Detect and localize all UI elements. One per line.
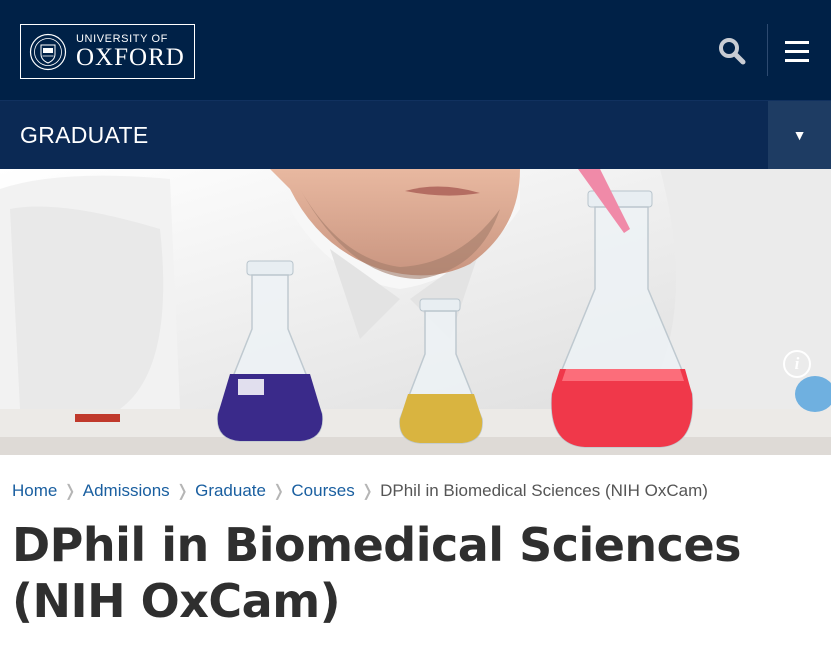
breadcrumb: Home ❭ Admissions ❭ Graduate ❭ Courses ❭… xyxy=(12,481,708,501)
hamburger-menu-icon xyxy=(785,40,809,44)
search-icon xyxy=(719,38,746,65)
chevron-right-icon: ❭ xyxy=(271,483,286,500)
section-toggle-button[interactable]: ▼ xyxy=(768,101,831,169)
search-button[interactable] xyxy=(712,30,752,72)
oxford-logo[interactable]: UNIVERSITY OF OXFORD xyxy=(20,24,195,79)
chevron-right-icon: ❭ xyxy=(360,483,375,500)
caret-down-icon: ▼ xyxy=(792,127,807,143)
section-bar: GRADUATE ▼ xyxy=(0,100,831,169)
page-title: DPhil in Biomedical Sciences (NIH OxCam) xyxy=(12,517,812,629)
site-header: UNIVERSITY OF OXFORD xyxy=(0,0,831,100)
chevron-right-icon: ❭ xyxy=(175,483,190,500)
page-title-line2: (NIH OxCam) xyxy=(12,574,341,628)
breadcrumb-home[interactable]: Home xyxy=(12,481,57,501)
logo-wordmark: UNIVERSITY OF OXFORD xyxy=(76,33,185,70)
lab-scene-illustration xyxy=(0,169,831,455)
breadcrumb-current: DPhil in Biomedical Sciences (NIH OxCam) xyxy=(380,481,708,500)
breadcrumb-courses[interactable]: Courses xyxy=(291,481,354,501)
section-title[interactable]: GRADUATE xyxy=(20,101,148,169)
hero-image: i xyxy=(0,169,831,455)
menu-button[interactable] xyxy=(778,30,816,72)
page-title-line1: DPhil in Biomedical Sciences xyxy=(12,518,742,572)
info-icon: i xyxy=(794,354,800,373)
breadcrumb-admissions[interactable]: Admissions xyxy=(83,481,170,501)
crest-icon xyxy=(29,33,67,70)
breadcrumb-graduate[interactable]: Graduate xyxy=(195,481,266,501)
image-info-button[interactable]: i xyxy=(783,350,811,378)
chevron-right-icon: ❭ xyxy=(63,483,77,500)
logo-big-text: OXFORD xyxy=(76,44,185,71)
header-divider xyxy=(767,24,768,76)
